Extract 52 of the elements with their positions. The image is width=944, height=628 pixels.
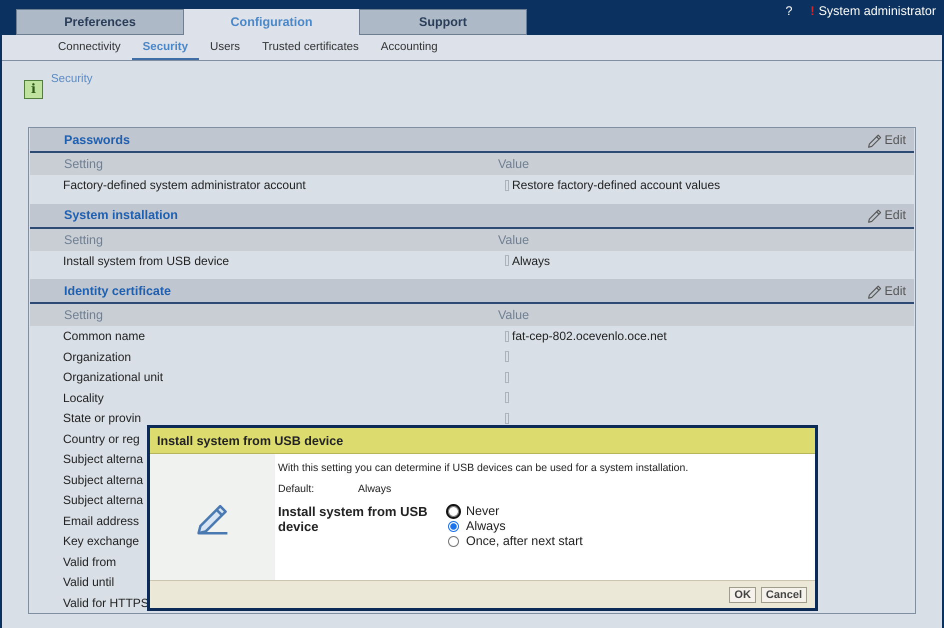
sub-tab[interactable]: Trusted certificates xyxy=(251,35,370,60)
setting-label: Subject alterna xyxy=(63,452,144,466)
setting-label: Valid until xyxy=(63,575,114,590)
setting-label: Locality xyxy=(63,390,104,405)
description-text: With this setting you can determine if USB devices can be used for a system installation. xyxy=(278,462,688,474)
column-header: Value xyxy=(498,232,530,246)
setting-label: Install system from USB device xyxy=(63,254,230,268)
setting-label: Factory-defined system administrator account xyxy=(63,178,306,192)
column-header: Setting xyxy=(64,157,104,171)
column-header: Setting xyxy=(64,308,104,322)
nav-tab[interactable]: Preferences xyxy=(16,9,184,35)
page-title: Security xyxy=(51,73,93,85)
setting-label: Key exchange xyxy=(63,534,140,548)
setting-label: Common name xyxy=(63,329,146,344)
setting-value: Always xyxy=(512,254,550,268)
user-name[interactable]: System administrator xyxy=(818,4,936,18)
option-label[interactable]: Always xyxy=(466,519,506,533)
setting-label: Valid for HTTPS xyxy=(63,596,149,610)
column-header: Value xyxy=(498,157,530,171)
cancel-button[interactable]: Cancel xyxy=(760,586,807,602)
column-header: Setting xyxy=(64,232,104,246)
default-label: Default: xyxy=(278,483,316,495)
setting-label: Organization xyxy=(63,350,132,364)
info-icon: i xyxy=(24,80,43,99)
edit-link[interactable]: Edit xyxy=(867,132,906,148)
section-title: Identity certificate xyxy=(64,284,171,298)
option-label[interactable]: Once, after next start xyxy=(466,534,583,548)
default-value: Always xyxy=(358,483,392,495)
setting-value: fat-cep-802.ocevenlo.oce.net xyxy=(512,329,667,344)
setting-label: Email address xyxy=(63,514,140,528)
sub-tab[interactable]: Accounting xyxy=(370,35,449,60)
edit-link[interactable]: Edit xyxy=(867,207,906,223)
setting-label: Country or reg xyxy=(63,432,140,446)
dialog-title: Install system from USB device xyxy=(150,428,815,454)
setting-label: Subject alterna xyxy=(63,493,144,508)
field-label: Install system from USB device xyxy=(278,504,429,536)
setting-label: Valid from xyxy=(63,554,116,569)
sub-tab[interactable]: Users xyxy=(199,35,252,60)
setting-label: Subject alterna xyxy=(63,472,144,487)
section-title: System installation xyxy=(64,208,178,222)
setting-label: State or provin xyxy=(63,411,142,426)
sub-tab[interactable]: Connectivity xyxy=(47,35,132,60)
setting-value: Restore factory-defined account values xyxy=(512,178,720,192)
alert-icon: ! xyxy=(810,4,815,18)
setting-label: Organizational unit xyxy=(63,370,164,384)
ok-button[interactable]: OK xyxy=(729,586,756,602)
column-header: Value xyxy=(498,308,530,322)
edit-link[interactable]: Edit xyxy=(867,282,906,298)
help-link[interactable]: ? xyxy=(785,4,792,18)
section-title: Passwords xyxy=(64,132,130,146)
option-label[interactable]: Never xyxy=(466,504,500,518)
nav-tab[interactable]: Support xyxy=(359,9,527,35)
